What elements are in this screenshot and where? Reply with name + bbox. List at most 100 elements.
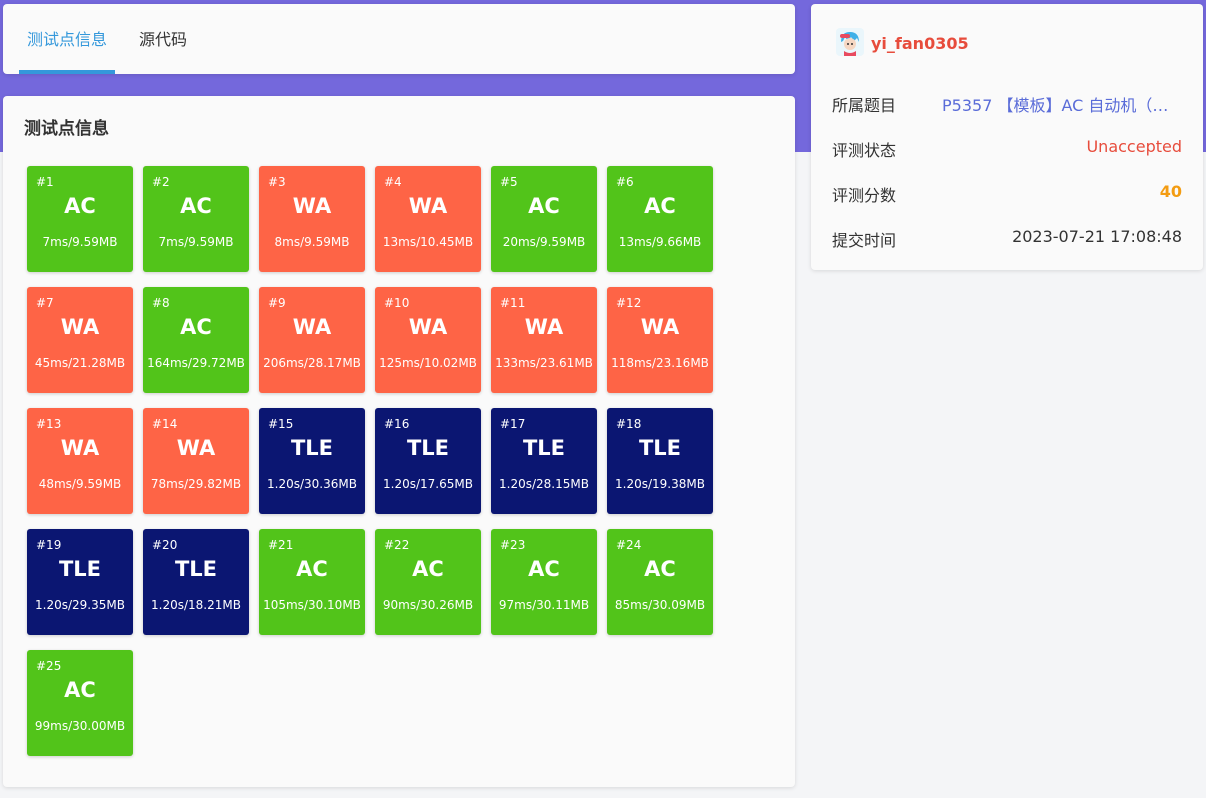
test-case-number: #3 <box>268 175 286 189</box>
test-case-tile[interactable]: #14 WA 78ms/29.82MB <box>143 408 249 514</box>
submit-time-value: 2023-07-21 17:08:48 <box>1012 227 1182 246</box>
test-case-number: #24 <box>616 538 642 552</box>
test-case-verdict: WA <box>524 315 564 339</box>
test-case-tile[interactable]: #24 AC 85ms/30.09MB <box>607 529 713 635</box>
user-avatar-icon[interactable] <box>836 28 864 56</box>
test-case-number: #1 <box>36 175 54 189</box>
score-label: 评测分数 <box>832 186 897 205</box>
test-cases-card: 测试点信息 #1 AC 7ms/9.59MB #2 AC 7ms/9.59MB #3 WA 8m… <box>3 96 795 787</box>
test-case-time-memory: 7ms/9.59MB <box>158 235 234 249</box>
problem-label: 所属题目 <box>832 96 897 115</box>
test-case-number: #7 <box>36 296 54 310</box>
test-case-time-memory: 13ms/9.66MB <box>618 235 702 249</box>
test-case-tile[interactable]: #13 WA 48ms/9.59MB <box>27 408 133 514</box>
test-case-time-memory: 20ms/9.59MB <box>502 235 586 249</box>
test-case-number: #11 <box>500 296 526 310</box>
submit-time-row: 提交时间 2023-07-21 17:08:48 <box>832 227 1182 251</box>
test-case-verdict: AC <box>64 194 96 218</box>
tab-source-code[interactable]: 源代码 <box>139 4 187 74</box>
test-case-number: #2 <box>152 175 170 189</box>
problem-row: 所属题目 P5357 【模板】AC 自动机（二次加强版） <box>832 92 1182 116</box>
test-case-tile[interactable]: #19 TLE 1.20s/29.35MB <box>27 529 133 635</box>
test-case-number: #19 <box>36 538 62 552</box>
test-case-verdict: WA <box>60 315 100 339</box>
test-case-time-memory: 164ms/29.72MB <box>147 356 245 370</box>
test-case-tile[interactable]: #5 AC 20ms/9.59MB <box>491 166 597 272</box>
test-case-verdict: AC <box>644 557 676 581</box>
test-case-verdict: AC <box>644 194 676 218</box>
test-case-tile[interactable]: #12 WA 118ms/23.16MB <box>607 287 713 393</box>
score-row: 评测分数 40 <box>832 182 1182 206</box>
test-case-tile[interactable]: #11 WA 133ms/23.61MB <box>491 287 597 393</box>
test-case-tile[interactable]: #20 TLE 1.20s/18.21MB <box>143 529 249 635</box>
status-value: Unaccepted <box>1086 137 1182 156</box>
test-case-number: #8 <box>152 296 170 310</box>
test-case-tile[interactable]: #16 TLE 1.20s/17.65MB <box>375 408 481 514</box>
section-title: 测试点信息 <box>24 119 109 139</box>
test-case-time-memory: 118ms/23.16MB <box>611 356 709 370</box>
test-case-tile[interactable]: #21 AC 105ms/30.10MB <box>259 529 365 635</box>
test-case-tile[interactable]: #10 WA 125ms/10.02MB <box>375 287 481 393</box>
test-case-number: #25 <box>36 659 62 673</box>
test-case-verdict: AC <box>180 194 212 218</box>
test-case-verdict: TLE <box>58 557 102 581</box>
score-value: 40 <box>1159 182 1182 201</box>
test-case-tile[interactable]: #15 TLE 1.20s/30.36MB <box>259 408 365 514</box>
test-case-time-memory: 8ms/9.59MB <box>274 235 350 249</box>
test-case-tile[interactable]: #6 AC 13ms/9.66MB <box>607 166 713 272</box>
test-case-tile[interactable]: #18 TLE 1.20s/19.38MB <box>607 408 713 514</box>
test-case-verdict: WA <box>408 315 448 339</box>
submit-time-label: 提交时间 <box>832 231 897 250</box>
test-case-verdict: WA <box>640 315 680 339</box>
test-case-time-memory: 105ms/30.10MB <box>263 598 361 612</box>
test-case-tile[interactable]: #25 AC 99ms/30.00MB <box>27 650 133 756</box>
test-case-time-memory: 7ms/9.59MB <box>42 235 118 249</box>
test-case-verdict: TLE <box>174 557 218 581</box>
problem-link[interactable]: P5357 【模板】AC 自动机（二次加强版） <box>942 92 1182 116</box>
test-case-time-memory: 1.20s/28.15MB <box>499 477 589 491</box>
test-case-number: #13 <box>36 417 62 431</box>
test-case-tile[interactable]: #7 WA 45ms/21.28MB <box>27 287 133 393</box>
test-case-verdict: WA <box>292 194 332 218</box>
test-case-time-memory: 1.20s/19.38MB <box>615 477 705 491</box>
test-case-verdict: WA <box>408 194 448 218</box>
test-case-time-memory: 85ms/30.09MB <box>614 598 706 612</box>
test-case-tile[interactable]: #23 AC 97ms/30.11MB <box>491 529 597 635</box>
test-case-tile[interactable]: #3 WA 8ms/9.59MB <box>259 166 365 272</box>
test-case-time-memory: 99ms/30.00MB <box>34 719 126 733</box>
username-link[interactable]: yi_fan0305 <box>871 34 969 53</box>
test-case-verdict: WA <box>292 315 332 339</box>
test-case-number: #21 <box>268 538 294 552</box>
test-case-verdict: AC <box>180 315 212 339</box>
test-case-number: #4 <box>384 175 402 189</box>
test-case-tile[interactable]: #1 AC 7ms/9.59MB <box>27 166 133 272</box>
test-case-time-memory: 1.20s/18.21MB <box>151 598 241 612</box>
test-case-tile[interactable]: #9 WA 206ms/28.17MB <box>259 287 365 393</box>
test-case-verdict: AC <box>412 557 444 581</box>
test-case-tile[interactable]: #17 TLE 1.20s/28.15MB <box>491 408 597 514</box>
test-case-verdict: AC <box>296 557 328 581</box>
test-case-tile[interactable]: #4 WA 13ms/10.45MB <box>375 166 481 272</box>
test-case-time-memory: 48ms/9.59MB <box>38 477 122 491</box>
test-case-number: #6 <box>616 175 634 189</box>
test-case-time-memory: 1.20s/17.65MB <box>383 477 473 491</box>
test-case-time-memory: 90ms/30.26MB <box>382 598 474 612</box>
test-case-number: #20 <box>152 538 178 552</box>
test-case-time-memory: 78ms/29.82MB <box>150 477 242 491</box>
test-case-verdict: TLE <box>638 436 682 460</box>
tab-test-info[interactable]: 测试点信息 <box>19 4 115 74</box>
tabs-card: 测试点信息 源代码 <box>3 4 795 74</box>
test-case-tile[interactable]: #8 AC 164ms/29.72MB <box>143 287 249 393</box>
test-case-tile[interactable]: #2 AC 7ms/9.59MB <box>143 166 249 272</box>
test-case-number: #14 <box>152 417 178 431</box>
test-case-verdict: AC <box>528 557 560 581</box>
test-case-verdict: TLE <box>290 436 334 460</box>
test-case-number: #18 <box>616 417 642 431</box>
test-case-time-memory: 206ms/28.17MB <box>263 356 361 370</box>
test-case-time-memory: 125ms/10.02MB <box>379 356 477 370</box>
test-case-verdict: AC <box>528 194 560 218</box>
test-case-number: #23 <box>500 538 526 552</box>
test-case-number: #10 <box>384 296 410 310</box>
test-case-time-memory: 1.20s/30.36MB <box>267 477 357 491</box>
test-case-tile[interactable]: #22 AC 90ms/30.26MB <box>375 529 481 635</box>
